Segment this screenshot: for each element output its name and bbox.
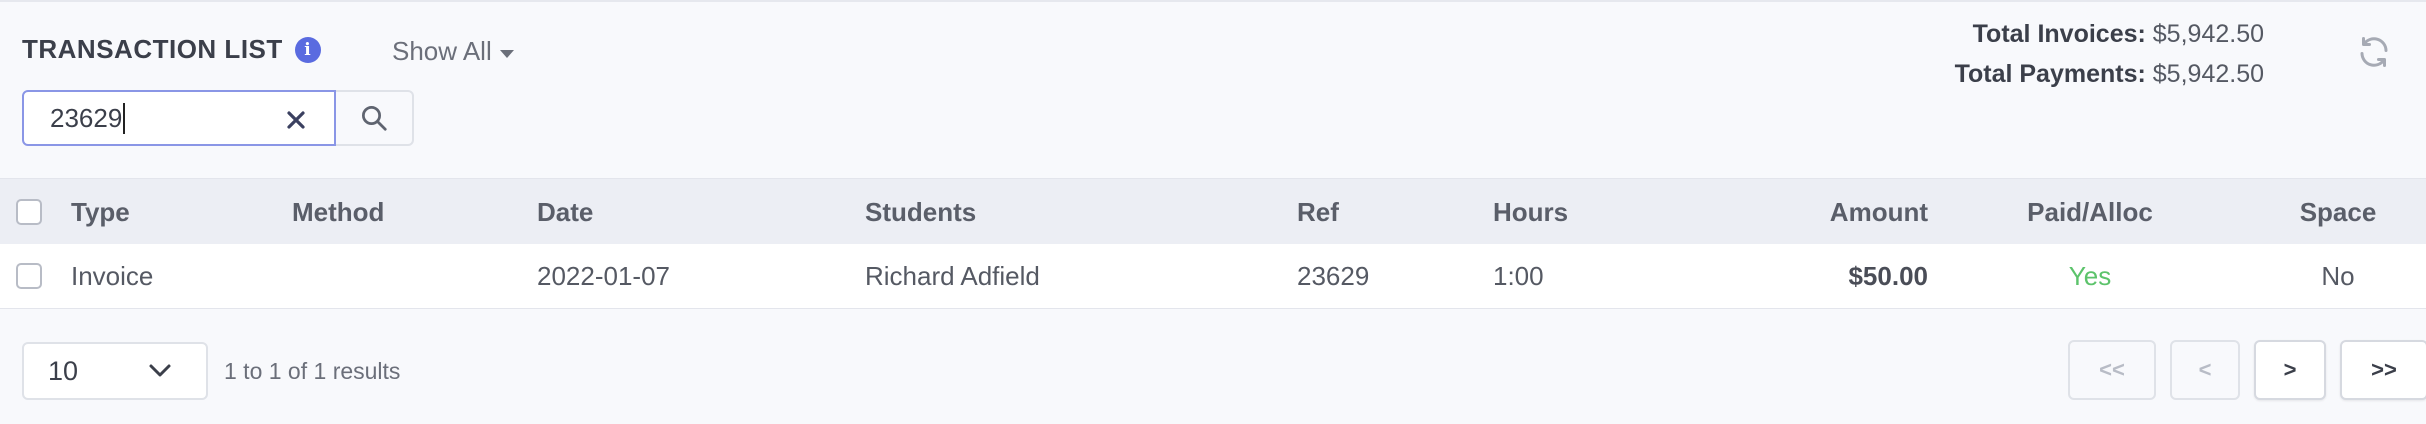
row-ref: 23629 [1297,260,1370,291]
page-size-value: 10 [48,355,79,386]
row-students: Richard Adfield [865,260,1040,291]
filter-dropdown-label: Show All [392,36,492,66]
search-input-value: 23629 [50,102,126,134]
total-invoices-label: Total Invoices: [1972,20,2146,48]
total-invoices-value: $5,942.50 [2152,20,2264,48]
row-type: Invoice [71,260,154,291]
row-date: 2022-01-07 [537,260,670,291]
caret-down-icon [499,49,514,58]
page-size-select[interactable]: 10 [22,342,208,400]
column-header-students[interactable]: Students [865,179,976,245]
table-header: Type Method Date Students Ref Hours Amou… [0,178,2426,246]
search-button[interactable] [336,90,414,146]
total-payments-label: Total Payments: [1954,60,2146,88]
page-title: TRANSACTION LIST i [22,34,321,65]
next-page-button[interactable]: > [2254,340,2326,400]
table-row[interactable]: Invoice 2022-01-07 Richard Adfield 23629… [0,244,2426,309]
prev-page-button[interactable]: < [2170,340,2240,400]
total-payments-value: $5,942.50 [2152,60,2264,88]
info-icon[interactable]: i [294,36,321,63]
search-icon [362,106,387,131]
search-input[interactable]: 23629 [22,90,336,146]
column-header-method[interactable]: Method [292,179,384,245]
column-header-ref[interactable]: Ref [1297,179,1339,245]
first-page-button[interactable]: << [2068,340,2156,400]
row-paid-status: Yes [2068,260,2112,291]
last-page-button[interactable]: >> [2340,340,2426,400]
row-amount: $50.00 [1848,260,1928,291]
chevron-down-icon [149,364,171,377]
row-hours: 1:00 [1493,260,1544,291]
total-invoices: Total Invoices: $5,942.50 [1955,14,2264,54]
column-header-type[interactable]: Type [71,179,130,245]
refresh-icon[interactable] [2356,34,2392,70]
filter-dropdown[interactable]: Show All [392,36,514,67]
search-group: 23629 [22,90,414,146]
column-header-hours[interactable]: Hours [1493,179,1568,245]
row-space: No [2321,260,2355,291]
total-payments: Total Payments: $5,942.50 [1955,54,2264,94]
page-title-text: TRANSACTION LIST [22,34,283,64]
select-all-checkbox[interactable] [16,199,42,225]
column-header-date[interactable]: Date [537,179,593,245]
column-header-space[interactable]: Space [2290,179,2386,245]
row-checkbox[interactable] [16,263,42,289]
column-header-paid[interactable]: Paid/Alloc [2000,179,2180,245]
totals-summary: Total Invoices: $5,942.50 Total Payments… [1955,14,2264,94]
close-icon[interactable] [284,108,308,132]
pagination: << < > >> [2068,340,2426,400]
column-header-amount[interactable]: Amount [1780,179,1928,245]
results-count: 1 to 1 of 1 results [224,358,401,384]
top-divider [0,0,2426,2]
